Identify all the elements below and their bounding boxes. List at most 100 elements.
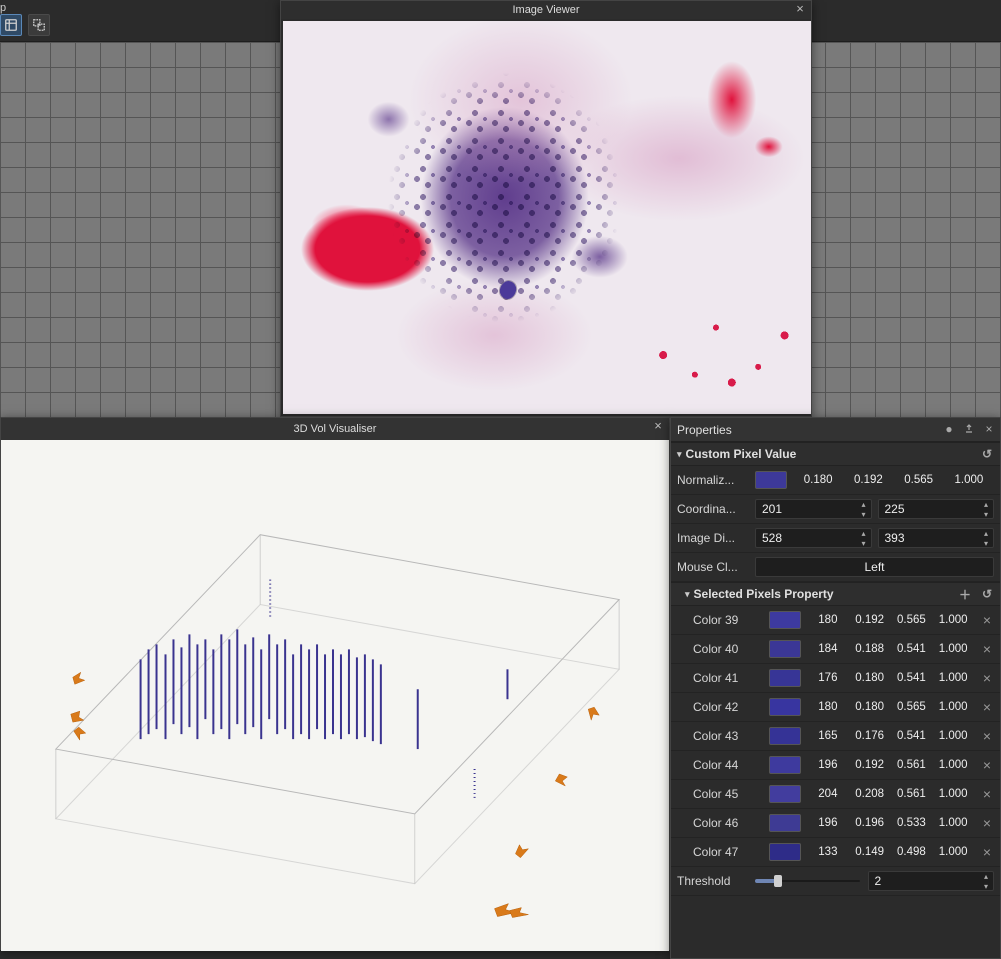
- threshold-input[interactable]: 2▴▾: [868, 871, 995, 891]
- section-title: Selected Pixels Property: [694, 587, 834, 601]
- color-swatch[interactable]: [769, 785, 801, 803]
- color-v1: 0.196: [849, 817, 891, 829]
- section-reset-icon[interactable]: ↺: [980, 587, 994, 601]
- remove-color-icon[interactable]: ×: [980, 670, 994, 686]
- properties-close-icon[interactable]: ×: [982, 422, 996, 436]
- color-values: 1800.1800.5651.000: [807, 701, 974, 713]
- color-v2: 0.565: [891, 701, 933, 713]
- color-label: Color 41: [677, 671, 763, 685]
- color-swatch[interactable]: [769, 640, 801, 658]
- color-v3: 1.000: [932, 846, 974, 858]
- remove-color-icon[interactable]: ×: [980, 757, 994, 773]
- vol-visualiser-viewport[interactable]: [1, 440, 669, 951]
- color-row: Color 45 2040.2080.5611.000 ×: [671, 780, 1000, 809]
- label-mouse-click: Mouse Cl...: [677, 560, 749, 574]
- color-row: Color 39 1800.1920.5651.000 ×: [671, 606, 1000, 635]
- color-swatch[interactable]: [769, 698, 801, 716]
- image-viewer-window: Image Viewer ×: [280, 0, 812, 417]
- vol-visualiser-close[interactable]: ×: [651, 419, 665, 433]
- color-v2: 0.533: [891, 817, 933, 829]
- color-v3: 1.000: [932, 730, 974, 742]
- section-reset-icon[interactable]: ↺: [980, 447, 994, 461]
- remove-color-icon[interactable]: ×: [980, 815, 994, 831]
- properties-dot-icon[interactable]: ●: [942, 422, 956, 436]
- section-selected-pixels[interactable]: ▾ Selected Pixels Property ＋ ↺: [671, 582, 1000, 606]
- color-swatch[interactable]: [769, 611, 801, 629]
- tool-select[interactable]: [28, 14, 50, 36]
- color-v1: 0.176: [849, 730, 891, 742]
- mouse-click-select[interactable]: Left: [755, 557, 994, 577]
- color-v0: 180: [807, 614, 849, 626]
- color-row: Color 41 1760.1800.5411.000 ×: [671, 664, 1000, 693]
- color-v0: 196: [807, 817, 849, 829]
- color-swatch[interactable]: [769, 843, 801, 861]
- normalized-swatch[interactable]: [755, 471, 787, 489]
- color-v2: 0.498: [891, 846, 933, 858]
- color-label: Color 40: [677, 642, 763, 656]
- color-v1: 0.208: [849, 788, 891, 800]
- properties-pin-icon[interactable]: [962, 422, 976, 436]
- section-custom-pixel-value[interactable]: ▾ Custom Pixel Value ↺: [671, 442, 1000, 466]
- color-v1: 0.180: [849, 701, 891, 713]
- color-label: Color 39: [677, 613, 763, 627]
- image-viewer-titlebar[interactable]: Image Viewer ×: [281, 1, 811, 19]
- color-label: Color 45: [677, 787, 763, 801]
- dim-w-input[interactable]: 528▴▾: [755, 528, 872, 548]
- image-viewer-close[interactable]: ×: [793, 2, 807, 16]
- image-viewer-title: Image Viewer: [512, 4, 579, 16]
- label-coordinates: Coordina...: [677, 502, 749, 516]
- color-label: Color 46: [677, 816, 763, 830]
- menu-label-partial[interactable]: p: [0, 2, 6, 14]
- color-swatch[interactable]: [769, 756, 801, 774]
- dim-h-input[interactable]: 393▴▾: [878, 528, 995, 548]
- remove-color-icon[interactable]: ×: [980, 844, 994, 860]
- remove-color-icon[interactable]: ×: [980, 612, 994, 628]
- row-normalized: Normaliz... 0.180 0.192 0.565 1.000: [671, 466, 1000, 495]
- remove-color-icon[interactable]: ×: [980, 699, 994, 715]
- normalized-v0: 0.180: [793, 474, 843, 486]
- color-row: Color 471330.1490.4981.000×: [671, 838, 1000, 867]
- color-row: Color 40 1840.1880.5411.000 ×: [671, 635, 1000, 664]
- color-v1: 0.180: [849, 672, 891, 684]
- move-icon: [4, 18, 18, 32]
- coord-x-input[interactable]: 201▴▾: [755, 499, 872, 519]
- color-values: 1650.1760.5411.000: [807, 730, 974, 742]
- color-values: 1760.1800.5411.000: [807, 672, 974, 684]
- image-viewer-content[interactable]: [283, 21, 811, 414]
- color-v3: 1.000: [932, 788, 974, 800]
- color-v2: 0.541: [891, 730, 933, 742]
- color-v3: 1.000: [932, 643, 974, 655]
- coord-y-input[interactable]: 225▴▾: [878, 499, 995, 519]
- color-label: Color 47: [677, 845, 763, 859]
- label-threshold: Threshold: [677, 874, 749, 888]
- remove-color-icon[interactable]: ×: [980, 786, 994, 802]
- remove-color-icon[interactable]: ×: [980, 728, 994, 744]
- color-v0: 180: [807, 701, 849, 713]
- color-values: 1800.1920.5651.000: [807, 614, 974, 626]
- color-row: Color 461960.1960.5331.000×: [671, 809, 1000, 838]
- color-swatch[interactable]: [769, 814, 801, 832]
- color-v3: 1.000: [932, 759, 974, 771]
- color-v1: 0.192: [849, 759, 891, 771]
- color-row: Color 421800.1800.5651.000×: [671, 693, 1000, 722]
- row-image-dim: Image Di... 528▴▾ 393▴▾: [671, 524, 1000, 553]
- properties-header[interactable]: Properties ● ×: [671, 418, 1000, 442]
- color-values: 1840.1880.5411.000: [807, 643, 974, 655]
- color-values: 2040.2080.5611.000: [807, 788, 974, 800]
- color-v2: 0.541: [891, 643, 933, 655]
- normalized-values: 0.180 0.192 0.565 1.000: [793, 474, 994, 486]
- color-v3: 1.000: [932, 614, 974, 626]
- color-v3: 1.000: [932, 672, 974, 684]
- vol-visualiser-titlebar[interactable]: 3D Vol Visualiser ×: [1, 418, 669, 440]
- tool-move[interactable]: [0, 14, 22, 36]
- color-v0: 165: [807, 730, 849, 742]
- add-pixel-icon[interactable]: ＋: [958, 587, 972, 601]
- color-swatch[interactable]: [769, 669, 801, 687]
- color-swatch[interactable]: [769, 727, 801, 745]
- color-row: Color 441960.1920.5611.000×: [671, 751, 1000, 780]
- threshold-slider[interactable]: [755, 879, 860, 883]
- color-v0: 196: [807, 759, 849, 771]
- remove-color-icon[interactable]: ×: [980, 641, 994, 657]
- row-coordinates: Coordina... 201▴▾ 225▴▾: [671, 495, 1000, 524]
- color-v2: 0.565: [891, 614, 933, 626]
